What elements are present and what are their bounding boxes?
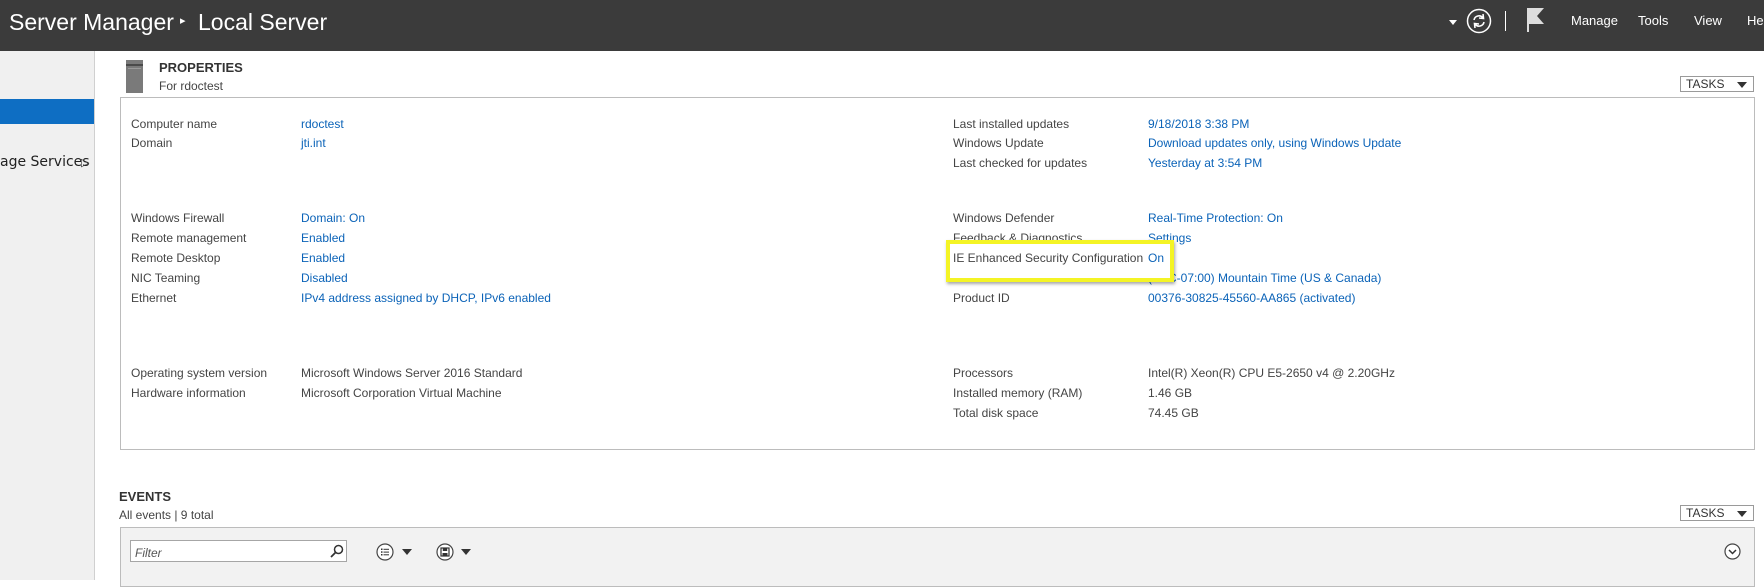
prop-value-installed-memory: 1.46 GB	[1148, 386, 1193, 400]
history-dropdown-icon[interactable]	[1449, 20, 1457, 25]
refresh-icon[interactable]	[1466, 8, 1492, 34]
prop-value-product-id[interactable]: 00376-30825-45560-AA865 (activated)	[1148, 291, 1355, 305]
properties-heading: PROPERTIES	[159, 60, 243, 75]
expand-chevron-icon[interactable]	[1724, 543, 1741, 560]
toolbar-divider	[1505, 11, 1506, 31]
properties-tasks-button[interactable]: TASKS	[1680, 76, 1754, 92]
prop-value-last-checked-updates[interactable]: Yesterday at 3:54 PM	[1148, 156, 1262, 170]
prop-value-time-zone[interactable]: (UTC-07:00) Mountain Time (US & Canada)	[1148, 271, 1381, 285]
prop-label-ethernet: Ethernet	[131, 291, 177, 305]
prop-value-nic-teaming[interactable]: Disabled	[301, 271, 348, 285]
prop-value-remote-desktop[interactable]: Enabled	[301, 251, 345, 265]
prop-value-total-disk: 74.45 GB	[1148, 406, 1199, 420]
prop-label-installed-memory: Installed memory (RAM)	[953, 386, 1083, 400]
left-nav	[0, 51, 95, 580]
prop-label-processors: Processors	[953, 366, 1014, 380]
prop-value-domain[interactable]: jti.int	[301, 136, 326, 150]
prop-value-processors: Intel(R) Xeon(R) CPU E5-2650 v4 @ 2.20GH…	[1148, 366, 1395, 380]
prop-label-last-checked-updates: Last checked for updates	[953, 156, 1088, 170]
properties-subtitle: For rdoctest	[159, 79, 224, 93]
prop-label-computer-name: Computer name	[131, 117, 218, 131]
nav-item-local-server[interactable]	[0, 99, 94, 124]
events-panel	[120, 527, 1755, 587]
menu-manage[interactable]: Manage	[1571, 13, 1618, 28]
prop-value-windows-defender[interactable]: Real-Time Protection: On	[1148, 211, 1283, 225]
prop-label-domain: Domain	[131, 136, 173, 150]
page-title: Local Server	[198, 9, 328, 35]
tasks-dropdown-icon	[1737, 511, 1747, 517]
prop-value-remote-management[interactable]: Enabled	[301, 231, 345, 245]
menu-help[interactable]: Hel	[1747, 13, 1764, 28]
submenu-arrow-icon[interactable]: ▷	[81, 156, 89, 169]
menu-tools[interactable]: Tools	[1638, 13, 1668, 28]
filter-options-dropdown-icon[interactable]	[402, 549, 412, 555]
save-query-icon[interactable]	[436, 543, 454, 561]
events-heading: EVENTS	[119, 489, 172, 504]
prop-value-windows-update[interactable]: Download updates only, using Windows Upd…	[1148, 136, 1401, 150]
filter-input[interactable]	[130, 540, 347, 562]
prop-value-windows-firewall[interactable]: Domain: On	[301, 211, 365, 225]
tasks-dropdown-icon	[1737, 82, 1747, 88]
events-subtitle: All events | 9 total	[119, 508, 214, 522]
app-title: Server Manager	[9, 9, 174, 35]
prop-value-hardware: Microsoft Corporation Virtual Machine	[301, 386, 502, 400]
prop-label-remote-management: Remote management	[131, 231, 247, 245]
prop-label-nic-teaming: NIC Teaming	[131, 271, 201, 285]
prop-label-total-disk: Total disk space	[953, 406, 1039, 420]
prop-value-ethernet[interactable]: IPv4 address assigned by DHCP, IPv6 enab…	[301, 291, 551, 305]
breadcrumb-separator-icon: ▸	[180, 14, 186, 27]
prop-label-windows-update: Windows Update	[953, 136, 1044, 150]
notifications-flag-icon[interactable]	[1526, 7, 1546, 33]
search-icon[interactable]	[330, 544, 344, 558]
server-icon	[126, 60, 143, 93]
prop-value-computer-name[interactable]: rdoctest	[301, 117, 344, 131]
menu-view[interactable]: View	[1694, 13, 1722, 28]
prop-label-last-installed-updates: Last installed updates	[953, 117, 1070, 131]
filter-options-icon[interactable]	[376, 543, 394, 561]
save-query-dropdown-icon[interactable]	[461, 549, 471, 555]
prop-label-windows-firewall: Windows Firewall	[131, 211, 225, 225]
prop-value-os-version: Microsoft Windows Server 2016 Standard	[301, 366, 523, 380]
prop-label-hardware: Hardware information	[131, 386, 246, 400]
events-tasks-button[interactable]: TASKS	[1680, 505, 1754, 521]
prop-value-last-installed-updates[interactable]: 9/18/2018 3:38 PM	[1148, 117, 1249, 131]
prop-label-product-id: Product ID	[953, 291, 1010, 305]
highlight-box	[946, 240, 1174, 282]
prop-label-remote-desktop: Remote Desktop	[131, 251, 221, 265]
prop-label-os-version: Operating system version	[131, 366, 268, 380]
nav-item-file-storage-services[interactable]: age Services	[0, 154, 90, 170]
prop-label-windows-defender: Windows Defender	[953, 211, 1055, 225]
